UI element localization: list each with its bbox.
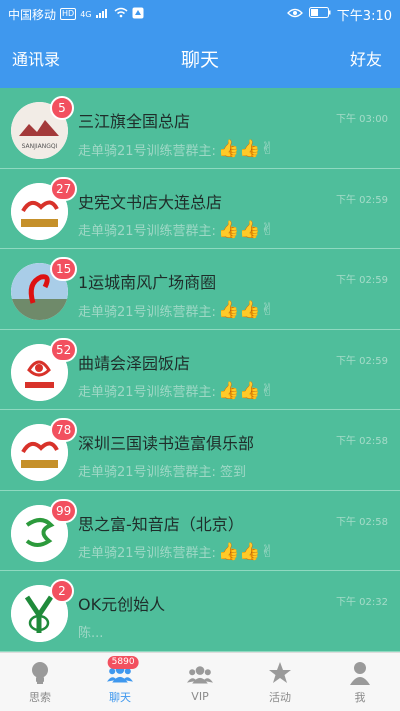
svg-text:SANJIANGQI: SANJIANGQI	[22, 143, 58, 150]
tab-activity[interactable]: 活动	[240, 653, 320, 711]
unread-badge: 52	[50, 337, 78, 362]
bulb-icon	[27, 660, 53, 686]
header-bar: 通讯录 聊天 好友	[0, 28, 400, 88]
unread-badge: 99	[50, 498, 78, 523]
preview-text: 陈...	[78, 626, 104, 641]
chat-row[interactable]: 27 史宪文书店大连总店 下午 02:59 走单骑21号训练营群主: 👍👍✌	[0, 169, 400, 249]
chat-name: 思之富-知音店（北京）	[78, 514, 244, 534]
bottom-tab-bar: 思索 5890 聊天 VIP 活动 我	[0, 652, 400, 711]
chat-preview: 走单骑21号训练营群主: 👍👍✌	[78, 139, 275, 159]
group-icon	[187, 661, 213, 687]
preview-text: 走单骑21号训练营群主: 签到	[78, 465, 247, 480]
chat-row[interactable]: 2 OK元创始人 下午 02:32 陈...	[0, 571, 400, 652]
chat-name: 1运城南风广场商圈	[78, 273, 217, 292]
chat-name: 曲靖会泽园饭店	[78, 353, 191, 373]
chat-time: 下午 02:58	[336, 516, 388, 528]
tab-label: 活动	[269, 690, 291, 704]
preview-text: 走单骑21号训练营群主:	[78, 385, 216, 400]
chat-row[interactable]: 78 深圳三国读书造富俱乐部 下午 02:58 走单骑21号训练营群主: 签到	[0, 410, 400, 491]
chat-time: 下午 02:32	[336, 597, 388, 608]
chat-row[interactable]: 99 思之富-知音店（北京） 下午 02:58 走单骑21号训练营群主: 👍👍✌	[0, 491, 400, 571]
tab-label: 聊天	[109, 690, 131, 704]
chat-name: OK元创始人	[78, 595, 166, 614]
tab-chat[interactable]: 5890 聊天	[80, 653, 160, 711]
emoji-text: 👍👍✌	[217, 380, 275, 401]
contacts-link[interactable]: 通讯录	[12, 46, 60, 70]
carrier-label: 中国移动	[8, 7, 57, 22]
chat-preview: 陈...	[78, 622, 105, 641]
person-icon	[347, 660, 373, 686]
status-bar: 中国移动 HD 4G 下午3:10	[0, 0, 400, 28]
tab-thinking[interactable]: 思索	[0, 653, 80, 711]
chat-row[interactable]: 52 曲靖会泽园饭店 下午 02:59 走单骑21号训练营群主: 👍👍✌	[0, 330, 400, 410]
preview-text: 走单骑21号训练营群主:	[78, 304, 216, 320]
tab-vip[interactable]: VIP	[160, 653, 240, 711]
clock: 下午3:10	[336, 8, 392, 24]
chat-time: 下午 02:58	[336, 436, 388, 447]
tab-label: 思索	[29, 690, 51, 704]
tab-label: VIP	[191, 690, 209, 703]
chat-preview: 走单骑21号训练营群主: 👍👍✌	[78, 220, 275, 240]
chat-time: 下午 02:59	[336, 355, 388, 367]
emoji-text: 👍👍✌	[217, 219, 275, 240]
chat-name: 深圳三国读书造富俱乐部	[78, 434, 255, 453]
chat-preview: 走单骑21号训练营群主: 👍👍✌	[78, 542, 275, 562]
friends-link[interactable]: 好友	[350, 46, 382, 70]
battery-icon	[308, 7, 331, 21]
chat-time: 下午 02:59	[336, 275, 388, 286]
eye-icon	[286, 7, 303, 21]
chat-preview: 走单骑21号训练营群主: 👍👍✌	[78, 381, 275, 401]
chat-row[interactable]: SANJIANGQI 5 三江旗全国总店 下午 03:00 走单骑21号训练营群…	[0, 88, 400, 169]
chat-row[interactable]: 15 1运城南风广场商圈 下午 02:59 走单骑21号训练营群主: 👍👍✌	[0, 249, 400, 330]
app-notification-icon	[132, 7, 144, 22]
preview-text: 走单骑21号训练营群主:	[78, 546, 216, 561]
chat-name: 史宪文书店大连总店	[78, 192, 223, 212]
chat-time: 下午 02:59	[336, 194, 388, 206]
preview-text: 走单骑21号训练营群主:	[78, 143, 216, 159]
network-indicator: 4G	[80, 9, 92, 19]
tab-label: 我	[354, 690, 366, 704]
emoji-text: 👍👍✌	[217, 139, 275, 159]
chat-list[interactable]: SANJIANGQI 5 三江旗全国总店 下午 03:00 走单骑21号训练营群…	[0, 88, 400, 652]
unread-badge: 5	[50, 96, 74, 120]
tab-badge: 5890	[107, 656, 139, 669]
unread-badge: 2	[50, 579, 74, 603]
tab-me[interactable]: 我	[320, 653, 400, 711]
emoji-text: 👍👍✌	[217, 541, 275, 562]
hd-indicator: HD	[60, 8, 77, 20]
chat-preview: 走单骑21号训练营群主: 👍👍✌	[78, 300, 275, 320]
unread-badge: 78	[50, 418, 78, 442]
signal-icon	[95, 7, 110, 21]
chat-time: 下午 03:00	[336, 114, 388, 125]
wifi-icon	[114, 7, 128, 21]
unread-badge: 27	[50, 176, 78, 201]
chat-preview: 走单骑21号训练营群主: 签到	[78, 461, 248, 480]
unread-badge: 15	[50, 257, 78, 281]
emoji-text: 👍👍✌	[217, 300, 275, 320]
star-icon	[267, 660, 293, 686]
preview-text: 走单骑21号训练营群主:	[78, 224, 216, 239]
chat-name: 三江旗全国总店	[78, 112, 191, 131]
